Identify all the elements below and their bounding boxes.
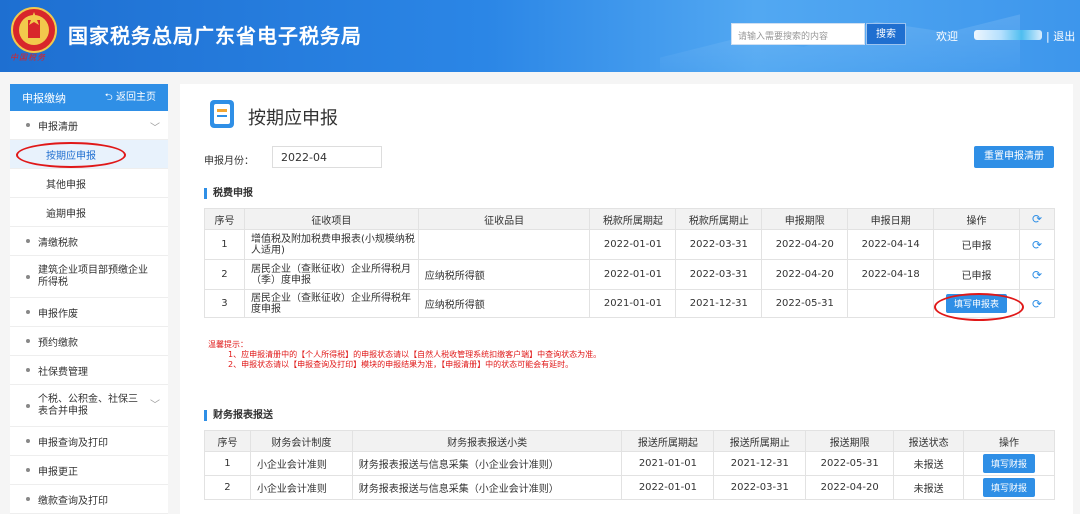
tax-declaration-table: 序号 征收项目 征收品目 税款所属期起 税款所属期止 申报期限 申报日期 操作 … — [204, 208, 1055, 318]
notice-line: 1、应申报清册中的【个人所得税】的申报状态请以【自然人税收管理系统扣缴客户端】中… — [228, 350, 602, 359]
sidebar-title: 申报缴纳 — [22, 91, 66, 105]
month-label: 申报月份： — [204, 156, 254, 167]
sidebar-item-social-security[interactable]: 社保费管理 — [10, 356, 168, 385]
sidebar-item-query-print[interactable]: 申报查询及打印 — [10, 427, 168, 456]
table-header-row: 序号 征收项目 征收品目 税款所属期起 税款所属期止 申报期限 申报日期 操作 … — [204, 208, 1055, 230]
bullet-icon — [26, 123, 30, 127]
financial-section-title: 财务报表报送 — [204, 410, 273, 421]
sidebar-item-void-declaration[interactable]: 申报作废 — [10, 298, 168, 327]
bullet-icon — [26, 368, 30, 372]
refresh-icon[interactable]: ⟳ — [1032, 238, 1042, 252]
sidebar-subitem-other[interactable]: 其他申报 — [10, 169, 168, 198]
table-row: 2 居民企业（查账征收）企业所得税月（季）度申报 应纳税所得额 2022-01-… — [204, 259, 1055, 290]
chevron-down-icon: ﹀ — [150, 399, 160, 411]
search-input[interactable]: 请输入需要搜索的内容 — [731, 23, 865, 45]
bullet-icon — [26, 274, 30, 279]
page-title: 按期应申报 — [248, 108, 338, 129]
bullet-icon — [26, 310, 30, 314]
financial-report-table: 序号 财务会计制度 财务报表报送小类 报送所属期起 报送所属期止 报送期限 报送… — [204, 430, 1055, 500]
month-input[interactable]: 2022-04 — [272, 146, 382, 168]
table-header-row: 序号 财务会计制度 财务报表报送小类 报送所属期起 报送所属期止 报送期限 报送… — [204, 430, 1055, 452]
site-header: 中国税务 国家税务总局广东省电子税务局 请输入需要搜索的内容 搜索 欢迎 | 退… — [0, 0, 1080, 72]
welcome-text: 欢迎 — [936, 30, 958, 43]
bullet-icon — [26, 497, 30, 501]
bullet-icon — [26, 439, 30, 443]
bullet-icon — [26, 403, 30, 408]
username-redacted — [974, 30, 1042, 40]
fill-financial-report-button[interactable]: 填写财报 — [983, 454, 1036, 473]
site-title: 国家税务总局广东省电子税务局 — [68, 24, 362, 48]
table-row: 3 居民企业（查账征收）企业所得税年度申报 应纳税所得额 2021-01-01 … — [204, 289, 1055, 318]
back-home-link[interactable]: ⮌ 返回主页 — [105, 88, 156, 107]
sidebar-item-correction[interactable]: 申报更正 — [10, 456, 168, 485]
sidebar-item-payment-query[interactable]: 缴款查询及打印 — [10, 485, 168, 514]
table-row: 2 小企业会计准则 财务报表报送与信息采集（小企业会计准则） 2022-01-0… — [204, 475, 1055, 500]
page-icon — [210, 100, 234, 128]
sidebar-item-construction-prepay[interactable]: 建筑企业项目部预缴企业所得税 — [10, 256, 168, 298]
sidebar-item-scheduled-payment[interactable]: 预约缴款 — [10, 327, 168, 356]
emblem-icon — [11, 7, 57, 53]
notice-line: 2、申报状态请以【申报查询及打印】模块的申报结果为准，【申报清册】中的状态可能会… — [228, 360, 574, 369]
sidebar-item-clear-tax[interactable]: 清缴税款 — [10, 227, 168, 256]
refresh-icon[interactable]: ⟳ — [1032, 212, 1042, 226]
reset-list-button[interactable]: 重置申报清册 — [974, 146, 1054, 168]
chevron-down-icon: ﹀ — [150, 123, 160, 134]
fill-declaration-button[interactable]: 填写申报表 — [946, 294, 1008, 313]
refresh-icon[interactable]: ⟳ — [1032, 297, 1042, 311]
sidebar-item-declaration-list[interactable]: 申报清册 ﹀ — [10, 111, 168, 140]
table-row: 1 小企业会计准则 财务报表报送与信息采集（小企业会计准则） 2021-01-0… — [204, 451, 1055, 476]
bullet-icon — [26, 339, 30, 343]
sidebar-subitem-overdue[interactable]: 逾期申报 — [10, 198, 168, 227]
sidebar-header: 申报缴纳 ⮌ 返回主页 — [10, 84, 168, 111]
main-panel: 按期应申报 申报月份： 2022-04 重置申报清册 税费申报 序号 征收项目 … — [180, 84, 1073, 514]
sidebar: 申报缴纳 ⮌ 返回主页 申报清册 ﹀ 按期应申报 其他申报 逾期申报 清缴税款 … — [10, 84, 168, 514]
search-button[interactable]: 搜索 — [866, 23, 906, 45]
tax-section-title: 税费申报 — [204, 188, 253, 199]
fill-financial-report-button[interactable]: 填写财报 — [983, 478, 1036, 497]
sidebar-subitem-periodic[interactable]: 按期应申报 — [10, 140, 168, 169]
table-row: 1 增值税及附加税费申报表(小规模纳税人适用) 2022-01-01 2022-… — [204, 229, 1055, 260]
sidebar-item-combined-declaration[interactable]: 个税、公积金、社保三表合并申报 ﹀ — [10, 385, 168, 427]
bullet-icon — [26, 468, 30, 472]
notice-title: 温馨提示： — [208, 340, 248, 349]
notice-box: 温馨提示： 1、应申报清册中的【个人所得税】的申报状态请以【自然人税收管理系统扣… — [208, 340, 601, 370]
emblem-text: 中国税务 — [10, 53, 46, 62]
refresh-icon[interactable]: ⟳ — [1032, 268, 1042, 282]
back-arrow-icon: ⮌ — [104, 92, 116, 103]
bullet-icon — [26, 239, 30, 243]
logout-link[interactable]: | 退出 — [1046, 28, 1075, 44]
